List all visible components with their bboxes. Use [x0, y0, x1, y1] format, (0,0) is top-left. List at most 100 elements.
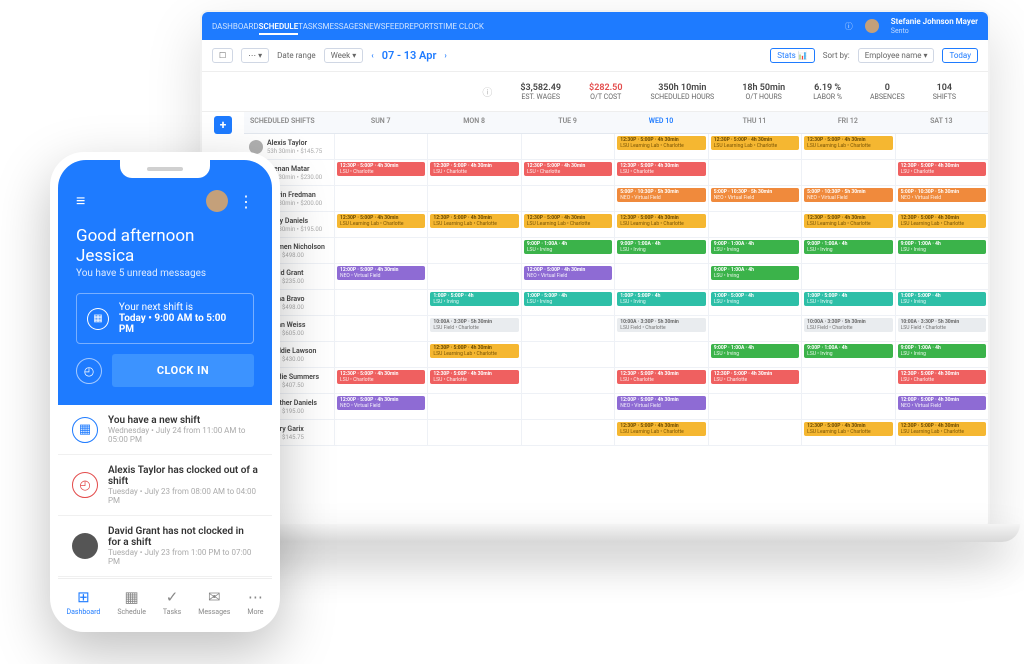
shift-slot[interactable]: 10:00A · 3:30P · 5h 30minLSU Field • Cha…	[614, 316, 707, 342]
shift-card[interactable]: 12:30P · 5:00P · 4h 30minLSU • Charlotte	[617, 370, 705, 384]
shift-slot[interactable]	[708, 394, 801, 420]
nav-item-schedule[interactable]: ▦Schedule	[117, 588, 146, 616]
shift-slot[interactable]: 1:00P · 5:00P · 4hLSU • Irving	[895, 290, 988, 316]
shift-slot[interactable]: 12:30P · 5:00P · 4h 30minLSU Learning La…	[427, 212, 520, 238]
today-button[interactable]: Today	[942, 48, 978, 63]
shift-slot[interactable]: 12:30P · 5:00P · 4h 30minLSU Learning La…	[801, 420, 894, 446]
shift-slot[interactable]: 1:00P · 5:00P · 4hLSU • Irving	[708, 290, 801, 316]
shift-card[interactable]: 12:30P · 5:00P · 4h 30minLSU • Charlotte	[711, 370, 799, 384]
next-shift-card[interactable]: ▦ Your next shift is Today • 9:00 AM to …	[76, 293, 254, 344]
shift-slot[interactable]: 9:00P · 1:00A · 4hLSU • Irving	[708, 264, 801, 290]
day-header[interactable]: MON 8	[427, 112, 520, 134]
shift-slot[interactable]	[895, 264, 988, 290]
day-header[interactable]: FRI 12	[801, 112, 894, 134]
shift-slot[interactable]	[895, 134, 988, 160]
shift-slot[interactable]	[334, 342, 427, 368]
shift-slot[interactable]	[801, 160, 894, 186]
feed-item[interactable]: David Grant has not clocked in for a shi…	[58, 516, 272, 577]
shift-slot[interactable]	[521, 420, 614, 446]
shift-card[interactable]: 10:00A · 3:30P · 5h 30minLSU Field • Cha…	[430, 318, 518, 332]
shift-card[interactable]: 12:30P · 5:00P · 4h 30minLSU • Charlotte	[524, 162, 612, 176]
shift-slot[interactable]	[334, 186, 427, 212]
shift-slot[interactable]: 12:00P · 5:00P · 4h 30minNEO • Virtual F…	[895, 394, 988, 420]
shift-card[interactable]: 12:30P · 5:00P · 4h 30minLSU Learning La…	[524, 214, 612, 228]
shift-slot[interactable]: 12:30P · 5:00P · 4h 30minLSU • Charlotte	[427, 368, 520, 394]
shift-slot[interactable]: 12:30P · 5:00P · 4h 30minLSU Learning La…	[614, 420, 707, 446]
shift-slot[interactable]	[521, 134, 614, 160]
shift-slot[interactable]: 9:00P · 1:00A · 4hLSU • Irving	[895, 238, 988, 264]
shift-slot[interactable]: 12:30P · 5:00P · 4h 30minLSU • Charlotte	[895, 160, 988, 186]
shift-slot[interactable]	[427, 420, 520, 446]
clock-in-button[interactable]: CLOCK IN	[112, 354, 254, 387]
shift-card[interactable]: 1:00P · 5:00P · 4hLSU • Irving	[524, 292, 612, 306]
shift-card[interactable]: 9:00P · 1:00A · 4hLSU • Irving	[898, 240, 986, 254]
shift-card[interactable]: 12:30P · 5:00P · 4h 30minLSU • Charlotte	[898, 162, 986, 176]
nav-tab-schedule[interactable]: SCHEDULE	[259, 22, 299, 35]
shift-card[interactable]: 1:00P · 5:00P · 4hLSU • Irving	[711, 292, 799, 306]
shift-slot[interactable]: 12:00P · 5:00P · 4h 30minNEO • Virtual F…	[614, 394, 707, 420]
shift-card[interactable]: 12:00P · 5:00P · 4h 30minNEO • Virtual F…	[617, 396, 705, 410]
shift-slot[interactable]: 12:30P · 5:00P · 4h 30minLSU • Charlotte	[614, 160, 707, 186]
range-select[interactable]: Week ▾	[324, 48, 364, 63]
shift-slot[interactable]: 12:00P · 5:00P · 4h 30minNEO • Virtual F…	[334, 394, 427, 420]
shift-slot[interactable]	[521, 316, 614, 342]
shift-card[interactable]: 9:00P · 1:00A · 4hLSU • Irving	[898, 344, 986, 358]
shift-slot[interactable]: 9:00P · 1:00A · 4hLSU • Irving	[614, 238, 707, 264]
shift-card[interactable]: 9:00P · 1:00A · 4hLSU • Irving	[524, 240, 612, 254]
shift-slot[interactable]: 1:00P · 5:00P · 4hLSU • Irving	[614, 290, 707, 316]
shift-slot[interactable]: 5:00P · 10:30P · 5h 30minNEO • Virtual F…	[895, 186, 988, 212]
shift-slot[interactable]: 12:30P · 5:00P · 4h 30minLSU Learning La…	[427, 342, 520, 368]
menu-icon[interactable]: ≡	[76, 191, 85, 211]
shift-card[interactable]: 12:30P · 5:00P · 4h 30minLSU Learning La…	[898, 422, 986, 436]
shift-card[interactable]: 12:30P · 5:00P · 4h 30minLSU • Charlotte	[617, 162, 705, 176]
day-header[interactable]: WED 10	[614, 112, 707, 134]
shift-card[interactable]: 12:30P · 5:00P · 4h 30minLSU • Charlotte	[430, 162, 518, 176]
select-all-checkbox[interactable]: ☐	[212, 48, 233, 63]
shift-card[interactable]: 5:00P · 10:30P · 5h 30minNEO • Virtual F…	[898, 188, 986, 202]
shift-card[interactable]: 5:00P · 10:30P · 5h 30minNEO • Virtual F…	[804, 188, 892, 202]
shift-card[interactable]: 12:30P · 5:00P · 4h 30minLSU • Charlotte	[898, 370, 986, 384]
shift-slot[interactable]	[614, 342, 707, 368]
shift-slot[interactable]: 12:30P · 5:00P · 4h 30minLSU Learning La…	[801, 134, 894, 160]
shift-slot[interactable]	[427, 264, 520, 290]
shift-card[interactable]: 12:30P · 5:00P · 4h 30minLSU Learning La…	[804, 422, 892, 436]
nav-item-messages[interactable]: ✉Messages	[198, 588, 230, 616]
shift-slot[interactable]	[427, 238, 520, 264]
add-shift-button[interactable]: +	[214, 116, 232, 134]
shift-slot[interactable]	[614, 264, 707, 290]
shift-card[interactable]: 12:30P · 5:00P · 4h 30minLSU Learning La…	[617, 422, 705, 436]
shift-slot[interactable]: 5:00P · 10:30P · 5h 30minNEO • Virtual F…	[801, 186, 894, 212]
shift-slot[interactable]: 5:00P · 10:30P · 5h 30minNEO • Virtual F…	[614, 186, 707, 212]
shift-card[interactable]: 1:00P · 5:00P · 4hLSU • Irving	[804, 292, 892, 306]
mobile-avatar[interactable]	[206, 190, 228, 212]
filter-dropdown[interactable]: ⋯ ▾	[241, 48, 269, 63]
shift-slot[interactable]: 12:00P · 5:00P · 4h 30minNEO • Virtual F…	[521, 264, 614, 290]
shift-slot[interactable]	[801, 394, 894, 420]
nav-tab-tasks[interactable]: TASKS	[298, 22, 322, 31]
shift-slot[interactable]: 12:30P · 5:00P · 4h 30minLSU Learning La…	[895, 420, 988, 446]
shift-slot[interactable]: 12:30P · 5:00P · 4h 30minLSU • Charlotte	[427, 160, 520, 186]
shift-slot[interactable]: 9:00P · 1:00A · 4hLSU • Irving	[895, 342, 988, 368]
sort-select[interactable]: Employee name ▾	[858, 48, 935, 63]
shift-slot[interactable]: 9:00P · 1:00A · 4hLSU • Irving	[521, 238, 614, 264]
nav-tab-newsfeed[interactable]: NEWSFEED	[363, 22, 404, 31]
shift-slot[interactable]: 12:30P · 5:00P · 4h 30minLSU Learning La…	[334, 212, 427, 238]
shift-card[interactable]: 12:00P · 5:00P · 4h 30minNEO • Virtual F…	[524, 266, 612, 280]
shift-card[interactable]: 9:00P · 1:00A · 4hLSU • Irving	[804, 240, 892, 254]
shift-slot[interactable]: 12:30P · 5:00P · 4h 30minLSU • Charlotte	[708, 368, 801, 394]
shift-card[interactable]: 1:00P · 5:00P · 4hLSU • Irving	[617, 292, 705, 306]
shift-card[interactable]: 9:00P · 1:00A · 4hLSU • Irving	[804, 344, 892, 358]
shift-card[interactable]: 12:30P · 5:00P · 4h 30minLSU • Charlotte	[430, 370, 518, 384]
more-icon[interactable]: ⋮	[238, 192, 254, 211]
nav-tab-dashboard[interactable]: DASHBOARD	[212, 22, 259, 31]
shift-slot[interactable]: 9:00P · 1:00A · 4hLSU • Irving	[801, 238, 894, 264]
shift-slot[interactable]: 1:00P · 5:00P · 4hLSU • Irving	[801, 290, 894, 316]
shift-slot[interactable]: 10:00A · 3:30P · 5h 30minLSU Field • Cha…	[801, 316, 894, 342]
shift-slot[interactable]: 10:00A · 3:30P · 5h 30minLSU Field • Cha…	[895, 316, 988, 342]
shift-card[interactable]: 12:30P · 5:00P · 4h 30minLSU Learning La…	[430, 344, 518, 358]
shift-card[interactable]: 12:30P · 5:00P · 4h 30minLSU Learning La…	[337, 214, 425, 228]
shift-card[interactable]: 12:00P · 5:00P · 4h 30minNEO • Virtual F…	[898, 396, 986, 410]
shift-card[interactable]: 12:30P · 5:00P · 4h 30minLSU Learning La…	[804, 136, 892, 150]
shift-slot[interactable]: 12:30P · 5:00P · 4h 30minLSU • Charlotte	[334, 160, 427, 186]
shift-slot[interactable]: 12:30P · 5:00P · 4h 30minLSU • Charlotte	[614, 368, 707, 394]
